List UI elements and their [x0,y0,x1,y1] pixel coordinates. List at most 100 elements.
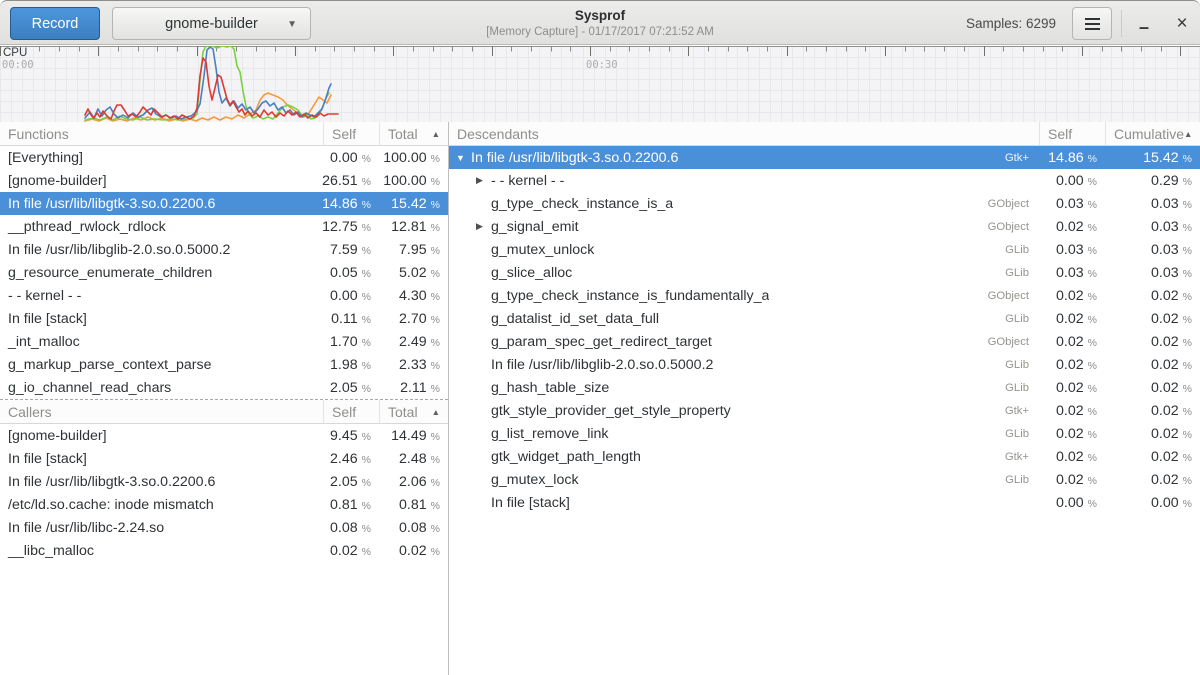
percent-value: 0.00 [1056,495,1084,511]
percent-sign: % [1183,291,1192,303]
percent-value: 5.02 [399,265,427,281]
sort-ascending-icon: ▲ [432,129,440,139]
percent-cell: 2.05% [323,380,379,396]
tree-row[interactable]: g_slice_allocGLib0.03%0.03% [449,261,1200,284]
process-selector-dropdown[interactable]: gnome-builder ▼ [112,7,311,40]
percent-cell: 15.42% [1105,150,1200,166]
callers-table-header: Callers Self Total ▲ [0,400,448,424]
tree-row[interactable]: g_type_check_instance_is_fundamentally_a… [449,284,1200,307]
tree-row[interactable]: g_mutex_unlockGLib0.03%0.03% [449,238,1200,261]
percent-sign: % [1088,498,1097,510]
tree-row[interactable]: g_type_check_instance_is_aGObject0.03%0.… [449,192,1200,215]
table-row[interactable]: __pthread_rwlock_rdlock12.75%12.81% [0,215,448,238]
column-header-descendants[interactable]: Descendants [449,122,1039,145]
percent-cell: 2.11% [379,380,448,396]
percent-value: 12.81 [391,219,427,235]
table-row[interactable]: g_resource_enumerate_children0.05%5.02% [0,261,448,284]
percent-value: 12.75 [322,219,358,235]
tree-row[interactable]: g_mutex_lockGLib0.02%0.02% [449,468,1200,491]
column-header-total[interactable]: Total ▲ [379,122,448,145]
percent-value: 0.03 [1151,196,1179,212]
percent-sign: % [362,245,371,257]
percent-sign: % [1088,199,1097,211]
percent-value: 0.02 [1151,426,1179,442]
percent-cell: 1.70% [323,334,379,350]
percent-cell: 0.03% [1039,265,1105,281]
percent-sign: % [1183,153,1192,165]
table-row[interactable]: /etc/ld.so.cache: inode mismatch0.81%0.8… [0,493,448,516]
percent-value: 0.02 [330,543,358,559]
percent-cell: 0.00% [1039,495,1105,511]
cpu-graph[interactable]: CPU 00:00 00:30 [0,46,1200,122]
table-row[interactable]: g_io_channel_read_chars2.05%2.11% [0,376,448,399]
percent-sign: % [1088,475,1097,487]
record-button[interactable]: Record [10,7,100,40]
percent-sign: % [431,337,440,349]
percent-sign: % [431,360,440,372]
percent-value: 0.08 [399,520,427,536]
callers-table: Callers Self Total ▲ [gnome-builder]9.45… [0,399,448,562]
percent-cell: 0.00% [1105,495,1200,511]
tree-row[interactable]: ▼In file /usr/lib/libgtk-3.so.0.2200.6Gt… [449,146,1200,169]
headerbar-separator [1121,10,1122,37]
function-name: [gnome-builder] [0,173,323,189]
table-row[interactable]: [Everything]0.00%100.00% [0,146,448,169]
expander-down-icon[interactable]: ▼ [456,153,471,163]
percent-value: 26.51 [322,173,358,189]
tree-row[interactable]: gtk_style_provider_get_style_propertyGtk… [449,399,1200,422]
tree-row[interactable]: In file /usr/lib/libglib-2.0.so.0.5000.2… [449,353,1200,376]
table-row[interactable]: _int_malloc1.70%2.49% [0,330,448,353]
column-header-total[interactable]: Total ▲ [379,400,448,423]
table-row[interactable]: - - kernel - -0.00%4.30% [0,284,448,307]
percent-sign: % [1183,475,1192,487]
tree-row[interactable]: ▶- - kernel - -0.00%0.29% [449,169,1200,192]
tree-row[interactable]: g_datalist_id_set_data_fullGLib0.02%0.02… [449,307,1200,330]
percent-cell: 0.02% [1105,380,1200,396]
percent-sign: % [1183,452,1192,464]
table-row[interactable]: __libc_malloc0.02%0.02% [0,539,448,562]
menu-button[interactable] [1072,7,1112,40]
percent-sign: % [1088,360,1097,372]
percent-cell: 0.02% [1039,403,1105,419]
table-row[interactable]: In file [stack]0.11%2.70% [0,307,448,330]
expander-right-icon[interactable]: ▶ [476,221,491,232]
table-row[interactable]: g_markup_parse_context_parse1.98%2.33% [0,353,448,376]
table-row[interactable]: [gnome-builder]26.51%100.00% [0,169,448,192]
tree-row-name-cell: g_param_spec_get_redirect_targetGObject [449,334,1039,350]
percent-cell: 0.02% [1105,288,1200,304]
expander-right-icon[interactable]: ▶ [476,175,491,186]
column-header-self[interactable]: Self [323,122,379,145]
percent-value: 0.02 [399,543,427,559]
function-name: g_slice_alloc [491,265,572,281]
cpu-graph-lines [0,46,1200,122]
table-row[interactable]: In file /usr/lib/libglib-2.0.so.0.5000.2… [0,238,448,261]
minimize-button[interactable]: – [1128,7,1160,40]
descendants-table-header: Descendants Self Cumulative ▲ [449,122,1200,146]
column-header-callers[interactable]: Callers [0,400,323,423]
chevron-down-icon: ▼ [287,19,297,30]
percent-cell: 0.03% [1105,242,1200,258]
table-row[interactable]: [gnome-builder]9.45%14.49% [0,424,448,447]
right-pane: Descendants Self Cumulative ▲ ▼In file /… [449,122,1200,675]
percent-cell: 1.98% [323,357,379,373]
percent-cell: 100.00% [379,173,448,189]
tree-row[interactable]: g_hash_table_sizeGLib0.02%0.02% [449,376,1200,399]
tree-row[interactable]: In file [stack]0.00%0.00% [449,491,1200,514]
table-row[interactable]: In file [stack]2.46%2.48% [0,447,448,470]
tree-row[interactable]: g_list_remove_linkGLib0.02%0.02% [449,422,1200,445]
column-header-self[interactable]: Self [323,400,379,423]
tree-row[interactable]: g_param_spec_get_redirect_targetGObject0… [449,330,1200,353]
profile-panels: Functions Self Total ▲ [Everything]0.00%… [0,122,1200,675]
close-button[interactable]: × [1166,7,1198,40]
table-row[interactable]: In file /usr/lib/libgtk-3.so.0.2200.62.0… [0,470,448,493]
table-row[interactable]: In file /usr/lib/libc-2.24.so0.08%0.08% [0,516,448,539]
column-header-self[interactable]: Self [1039,122,1105,145]
tree-row[interactable]: gtk_widget_path_lengthGtk+0.02%0.02% [449,445,1200,468]
tree-row[interactable]: ▶g_signal_emitGObject0.02%0.03% [449,215,1200,238]
column-header-functions[interactable]: Functions [0,122,323,145]
percent-value: 0.02 [1056,472,1084,488]
table-row[interactable]: In file /usr/lib/libgtk-3.so.0.2200.614.… [0,192,448,215]
percent-cell: 0.03% [1105,219,1200,235]
percent-value: 2.06 [399,474,427,490]
column-header-cumulative[interactable]: Cumulative ▲ [1105,122,1200,145]
